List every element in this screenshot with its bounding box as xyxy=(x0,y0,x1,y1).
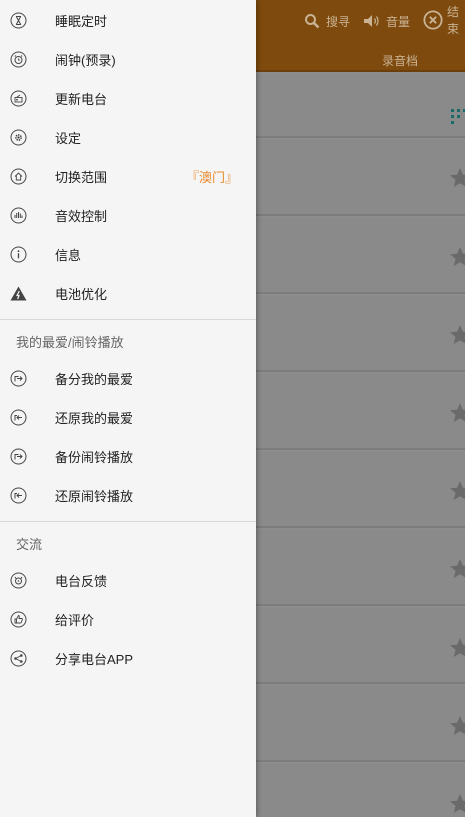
star-icon[interactable] xyxy=(449,167,465,189)
menu-item-label: 睡眠定时 xyxy=(55,14,108,29)
menu-item-update-station[interactable]: 更新电台 xyxy=(0,79,256,118)
star-icon[interactable] xyxy=(449,637,465,659)
menu-item-info[interactable]: 信息 xyxy=(0,235,256,274)
star-icon[interactable] xyxy=(449,715,465,737)
close-button[interactable]: 结束 xyxy=(423,5,465,36)
feedback-icon xyxy=(10,572,27,589)
thumbs-up-icon xyxy=(10,611,27,628)
close-label: 结束 xyxy=(447,5,460,36)
backup-icon xyxy=(10,448,27,465)
menu-item-label: 更新电台 xyxy=(55,92,108,107)
menu-item-backup-favorites[interactable]: 备分我的最爱 xyxy=(0,359,256,398)
current-region-label: 『澳门』 xyxy=(185,170,238,185)
region-switch-icon xyxy=(10,168,27,185)
volume-button[interactable]: 音量 xyxy=(362,10,410,32)
update-station-icon xyxy=(10,90,27,107)
menu-item-restore-alarm-playback[interactable]: 还原闹铃播放 xyxy=(0,476,256,515)
grid-view-icon[interactable] xyxy=(450,108,465,126)
backup-icon xyxy=(10,370,27,387)
search-button[interactable]: 搜寻 xyxy=(302,10,350,32)
star-icon[interactable] xyxy=(449,402,465,424)
menu-item-backup-alarm-playback[interactable]: 备份闹铃播放 xyxy=(0,437,256,476)
menu-item-label: 电池优化 xyxy=(55,287,108,302)
battery-warning-icon xyxy=(10,285,27,302)
star-icon[interactable] xyxy=(449,246,465,268)
star-icon[interactable] xyxy=(449,480,465,502)
hourglass-icon xyxy=(10,12,27,29)
info-icon xyxy=(10,246,27,263)
menu-item-label: 备分我的最爱 xyxy=(55,372,134,387)
divider xyxy=(0,319,256,320)
menu-item-settings[interactable]: 设定 xyxy=(0,118,256,157)
menu-item-label: 信息 xyxy=(55,248,82,263)
search-icon xyxy=(302,11,322,31)
volume-icon xyxy=(362,11,382,31)
menu-item-label: 闹钟(预录) xyxy=(55,53,116,68)
tab-recordings[interactable]: 录音档 xyxy=(382,52,418,69)
restore-icon xyxy=(10,487,27,504)
menu-item-sleep-timer[interactable]: 睡眠定时 xyxy=(0,1,256,40)
menu-item-label: 音效控制 xyxy=(55,209,108,224)
menu-item-alarm[interactable]: 闹钟(预录) xyxy=(0,40,256,79)
menu-item-battery-optimization[interactable]: 电池优化 xyxy=(0,274,256,313)
menu-item-restore-favorites[interactable]: 还原我的最爱 xyxy=(0,398,256,437)
equalizer-icon xyxy=(10,207,27,224)
star-icon[interactable] xyxy=(449,558,465,580)
alarm-clock-icon xyxy=(10,51,27,68)
menu-item-sound-effects[interactable]: 音效控制 xyxy=(0,196,256,235)
section-title-favorites: 我的最爱/闹铃播放 xyxy=(16,335,124,350)
menu-item-label: 电台反馈 xyxy=(55,574,108,589)
restore-icon xyxy=(10,409,27,426)
menu-item-label: 切换范围 xyxy=(55,170,108,185)
section-title-community: 交流 xyxy=(16,537,43,552)
divider xyxy=(0,521,256,522)
share-icon xyxy=(10,650,27,667)
menu-item-label: 给评价 xyxy=(55,613,95,628)
menu-item-label: 还原我的最爱 xyxy=(55,411,134,426)
menu-item-station-feedback[interactable]: 电台反馈 xyxy=(0,561,256,600)
gear-icon xyxy=(10,129,27,146)
menu-item-label: 备份闹铃播放 xyxy=(55,450,134,465)
menu-item-label: 分享电台APP xyxy=(55,652,134,667)
menu-item-label: 设定 xyxy=(55,131,82,146)
volume-label: 音量 xyxy=(386,14,411,29)
close-circle-icon xyxy=(423,10,443,30)
navigation-drawer: 睡眠定时 闹钟(预录) 更新电台 设定 切换范围 『澳门』 音效控制 信息 电池… xyxy=(0,0,256,817)
star-icon[interactable] xyxy=(449,793,465,815)
menu-item-rate-app[interactable]: 给评价 xyxy=(0,600,256,639)
menu-item-label: 还原闹铃播放 xyxy=(55,489,134,504)
menu-item-share-app[interactable]: 分享电台APP xyxy=(0,639,256,678)
star-icon[interactable] xyxy=(449,324,465,346)
menu-item-switch-region[interactable]: 切换范围 『澳门』 xyxy=(0,157,256,196)
search-label: 搜寻 xyxy=(326,14,351,29)
